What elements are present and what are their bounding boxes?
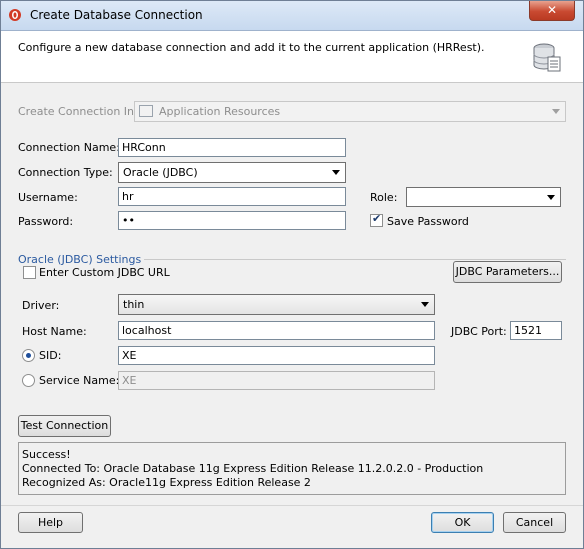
close-icon: ✕ <box>547 3 558 17</box>
username-label: Username: <box>18 191 78 204</box>
checkmark-icon: ✔ <box>372 212 382 225</box>
ok-button[interactable]: OK <box>431 512 494 533</box>
database-icon <box>533 43 561 72</box>
chevron-down-icon <box>421 302 429 307</box>
save-password-checkbox[interactable]: ✔ <box>370 212 383 227</box>
connection-type-label: Connection Type: <box>18 166 113 179</box>
role-label: Role: <box>370 191 398 204</box>
connection-type-value: Oracle (JDBC) <box>123 166 198 179</box>
connection-name-input[interactable]: HRConn <box>118 138 346 157</box>
connection-name-label: Connection Name: <box>18 141 120 154</box>
password-input[interactable]: •• <box>118 211 346 230</box>
chevron-down-icon <box>552 109 560 114</box>
connection-type-select[interactable]: Oracle (JDBC) <box>118 162 346 183</box>
service-name-input: XE <box>118 371 435 390</box>
driver-value: thin <box>123 298 145 311</box>
driver-label: Driver: <box>22 299 60 312</box>
service-name-radio[interactable] <box>22 374 35 387</box>
jdbc-port-label: JDBC Port: <box>451 325 507 338</box>
chevron-down-icon <box>332 170 340 175</box>
status-line: Connected To: Oracle Database 11g Expres… <box>22 462 484 475</box>
oracle-app-icon <box>9 9 21 21</box>
sid-label: SID: <box>39 349 62 362</box>
header-panel: Configure a new database connection and … <box>1 31 583 83</box>
footer-divider <box>1 505 583 506</box>
create-in-combo: Application Resources <box>134 101 566 122</box>
folder-icon <box>139 105 153 117</box>
jdbc-parameters-button[interactable]: JDBC Parameters... <box>453 261 562 283</box>
header-description: Configure a new database connection and … <box>18 41 485 54</box>
chevron-down-icon <box>547 195 555 200</box>
save-password-label: Save Password <box>387 215 469 228</box>
service-name-label: Service Name: <box>39 374 120 387</box>
close-button[interactable]: ✕ <box>529 1 575 21</box>
status-line: Recognized As: Oracle11g Express Edition… <box>22 476 311 489</box>
create-database-connection-dialog: Create Database Connection ✕ Configure a… <box>0 0 584 549</box>
custom-jdbc-url-label: Enter Custom JDBC URL <box>39 266 170 279</box>
radio-selected-dot <box>26 353 31 358</box>
host-name-label: Host Name: <box>22 325 87 338</box>
oracle-settings-section-title: Oracle (JDBC) Settings <box>18 253 142 266</box>
status-line: Success! <box>22 448 71 461</box>
role-select[interactable] <box>406 187 561 207</box>
window-title: Create Database Connection <box>30 8 203 22</box>
password-label: Password: <box>18 215 74 228</box>
test-connection-button[interactable]: Test Connection <box>18 415 111 437</box>
driver-select[interactable]: thin <box>118 294 435 315</box>
sid-radio[interactable] <box>22 349 35 362</box>
username-input[interactable]: hr <box>118 187 346 206</box>
cancel-button[interactable]: Cancel <box>503 512 566 533</box>
title-bar: Create Database Connection ✕ <box>1 1 583 31</box>
sid-input[interactable]: XE <box>118 346 435 365</box>
jdbc-port-input[interactable]: 1521 <box>510 321 562 340</box>
create-in-value: Application Resources <box>159 105 281 118</box>
create-in-label: Create Connection In: <box>18 105 138 118</box>
help-button[interactable]: Help <box>18 512 83 533</box>
custom-jdbc-url-checkbox[interactable] <box>23 266 36 279</box>
host-name-input[interactable]: localhost <box>118 321 435 340</box>
connection-status-area: Success! Connected To: Oracle Database 1… <box>18 442 566 495</box>
section-divider <box>144 259 566 260</box>
